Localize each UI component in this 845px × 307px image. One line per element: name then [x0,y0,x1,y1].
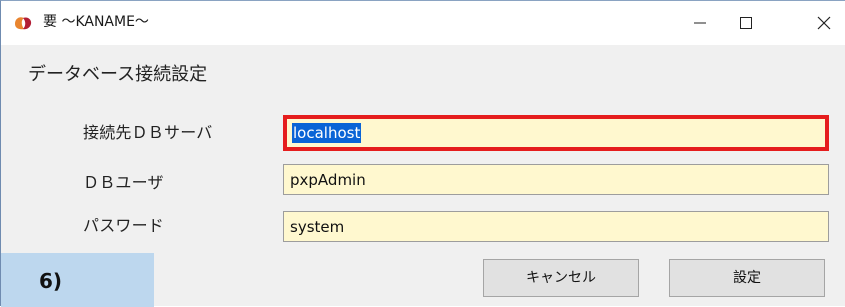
db-server-label: 接続先ＤＢサーバ [83,123,213,142]
close-icon [817,16,831,30]
dialog-heading: データベース接続設定 [28,64,208,85]
application-window: 要 ～KANAME～ データベース接続設定 接続先ＤＢサーバ localhost… [0,0,845,307]
close-button[interactable] [801,1,845,45]
title-bar[interactable]: 要 ～KANAME～ [1,1,845,45]
db-server-selected-value: localhost [292,123,362,143]
db-server-input[interactable]: localhost [283,115,829,151]
minimize-icon [694,22,706,24]
maximize-icon [740,17,752,29]
db-user-input[interactable]: pxpAdmin [283,164,829,195]
cancel-button[interactable]: キャンセル [483,259,639,297]
window-title: 要 ～KANAME～ [43,14,149,30]
db-user-label: ＤＢユーザ [83,173,164,192]
maximize-button[interactable] [723,1,769,45]
password-input[interactable]: system [283,211,829,242]
minimize-button[interactable] [677,1,723,45]
step-number: 6) [39,269,63,293]
app-logo-icon [15,17,32,30]
step-badge: 6) [1,253,154,307]
password-label: パスワード [83,216,165,235]
save-settings-button[interactable]: 設定 [669,259,825,297]
